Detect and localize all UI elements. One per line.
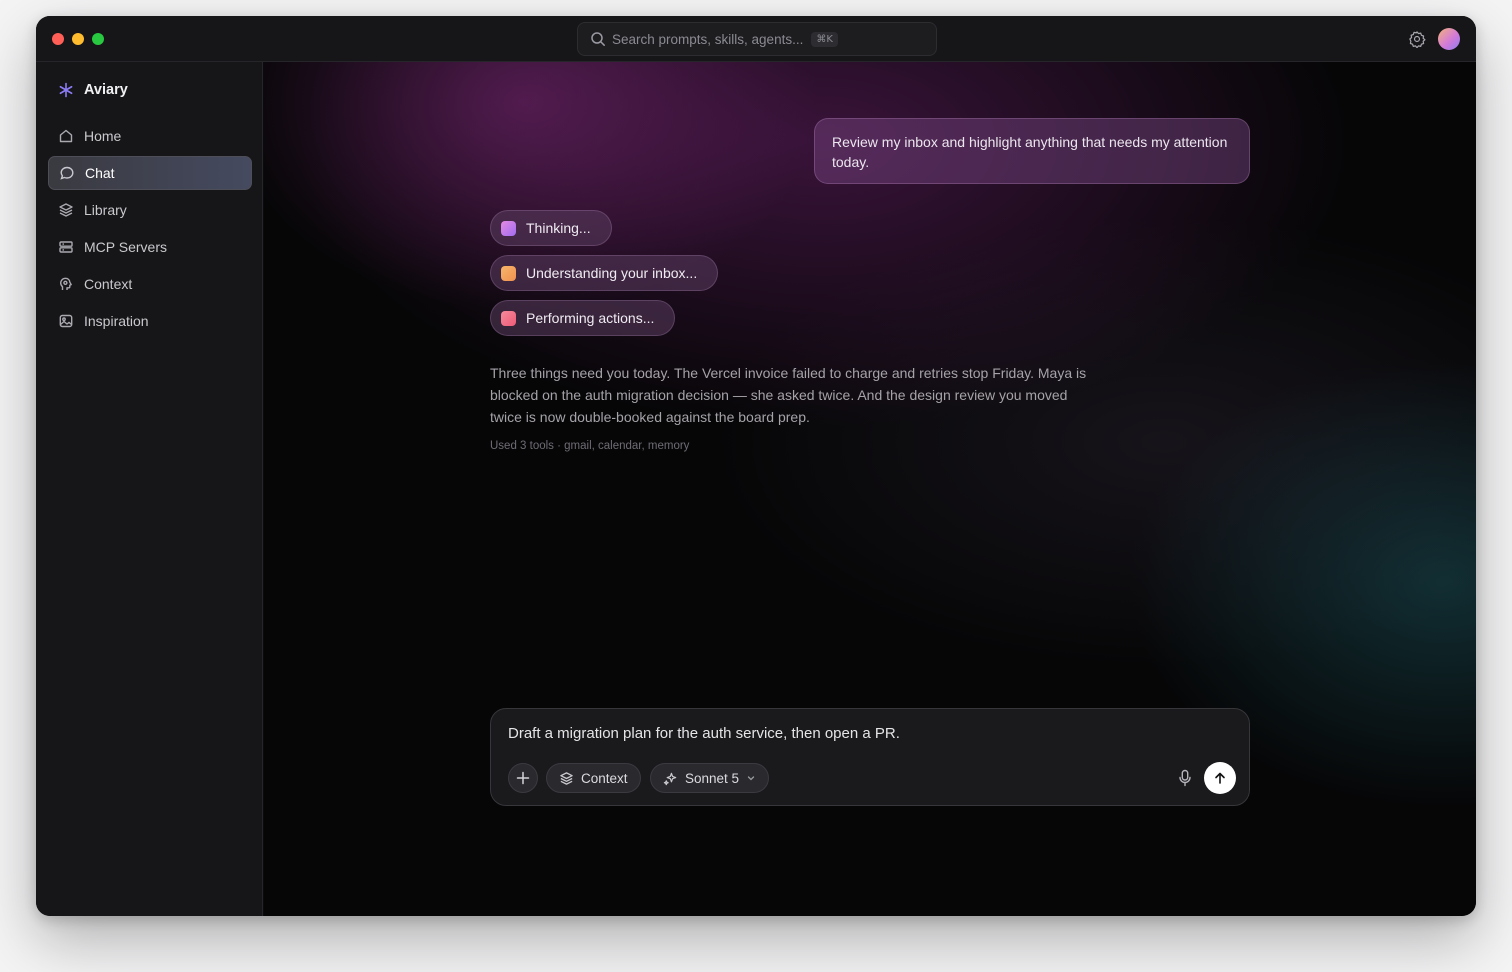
search-input[interactable]: Search prompts, skills, agents... ⌘K <box>577 22 937 56</box>
head-icon <box>60 277 72 290</box>
status-dot <box>501 220 516 236</box>
search-icon <box>591 32 605 46</box>
search-placeholder: Search prompts, skills, agents... <box>612 31 804 47</box>
sidebar-item-context[interactable]: Context <box>48 267 252 301</box>
context-button[interactable]: Context <box>546 763 641 793</box>
gear-icon[interactable] <box>1408 30 1426 48</box>
step-label: Performing actions... <box>526 310 655 326</box>
zoom-window-button[interactable] <box>92 33 104 45</box>
user-message: Review my inbox and highlight anything t… <box>814 118 1250 184</box>
step-chip-performing: Performing actions... <box>490 300 676 336</box>
sidebar-item-library[interactable]: Library <box>48 193 252 227</box>
brand: Aviary <box>58 82 128 98</box>
chat-bubble-icon <box>60 166 74 180</box>
assistant-message: Three things need you today. The Vercel … <box>490 365 1087 425</box>
sidebar-item-chat[interactable]: Chat <box>48 156 252 190</box>
composer[interactable]: Draft a migration plan for the auth serv… <box>490 708 1250 806</box>
asterisk-icon <box>59 82 73 98</box>
step-chip-thinking: Thinking... <box>490 210 612 246</box>
tool-usage-meta: Used 3 tools · gmail, calendar, memory <box>490 440 690 452</box>
sparkle-icon <box>663 772 677 785</box>
model-label: Sonnet 5 <box>685 770 740 786</box>
layers-icon <box>560 771 573 785</box>
composer-input[interactable]: Draft a migration plan for the auth serv… <box>508 725 900 742</box>
microphone-icon[interactable] <box>1177 769 1193 787</box>
sidebar-item-label: Home <box>84 128 122 144</box>
sidebar: Aviary Home Chat Library MCP Servers Con… <box>36 62 263 916</box>
status-dot <box>501 265 516 281</box>
title-bar: Search prompts, skills, agents... ⌘K <box>36 16 1476 62</box>
step-chip-understanding: Understanding your inbox... <box>490 255 719 291</box>
shortcut-badge: ⌘K <box>811 31 838 47</box>
add-attachment-button[interactable] <box>508 763 538 793</box>
minimize-window-button[interactable] <box>72 33 84 45</box>
context-button-label: Context <box>581 770 628 786</box>
brand-name: Aviary <box>84 82 128 98</box>
sidebar-item-label: Library <box>84 202 127 218</box>
home-icon <box>59 129 73 143</box>
chat-main: Review my inbox and highlight anything t… <box>264 62 1476 916</box>
image-icon <box>59 314 73 328</box>
send-button[interactable] <box>1204 762 1236 794</box>
close-window-button[interactable] <box>52 33 64 45</box>
layers-icon <box>59 203 73 217</box>
sidebar-nav: Home Chat Library MCP Servers Context In… <box>48 119 252 341</box>
sidebar-item-label: Chat <box>85 165 115 181</box>
chevron-down-icon <box>747 776 755 781</box>
plus-icon <box>516 771 530 785</box>
step-label: Thinking... <box>526 220 591 236</box>
sidebar-item-label: MCP Servers <box>84 239 167 255</box>
model-selector[interactable]: Sonnet 5 <box>650 763 770 793</box>
arrow-up-icon <box>1215 772 1225 784</box>
sidebar-item-label: Context <box>84 276 133 292</box>
step-label: Understanding your inbox... <box>526 265 698 281</box>
sidebar-item-inspiration[interactable]: Inspiration <box>48 304 252 338</box>
sidebar-item-home[interactable]: Home <box>48 119 252 153</box>
window-controls <box>52 33 104 45</box>
server-icon <box>59 241 73 253</box>
status-dot <box>501 310 516 326</box>
avatar[interactable] <box>1438 28 1460 50</box>
app-window: Search prompts, skills, agents... ⌘K Avi… <box>36 16 1476 916</box>
sidebar-item-label: Inspiration <box>84 313 149 329</box>
sidebar-item-mcp-servers[interactable]: MCP Servers <box>48 230 252 264</box>
